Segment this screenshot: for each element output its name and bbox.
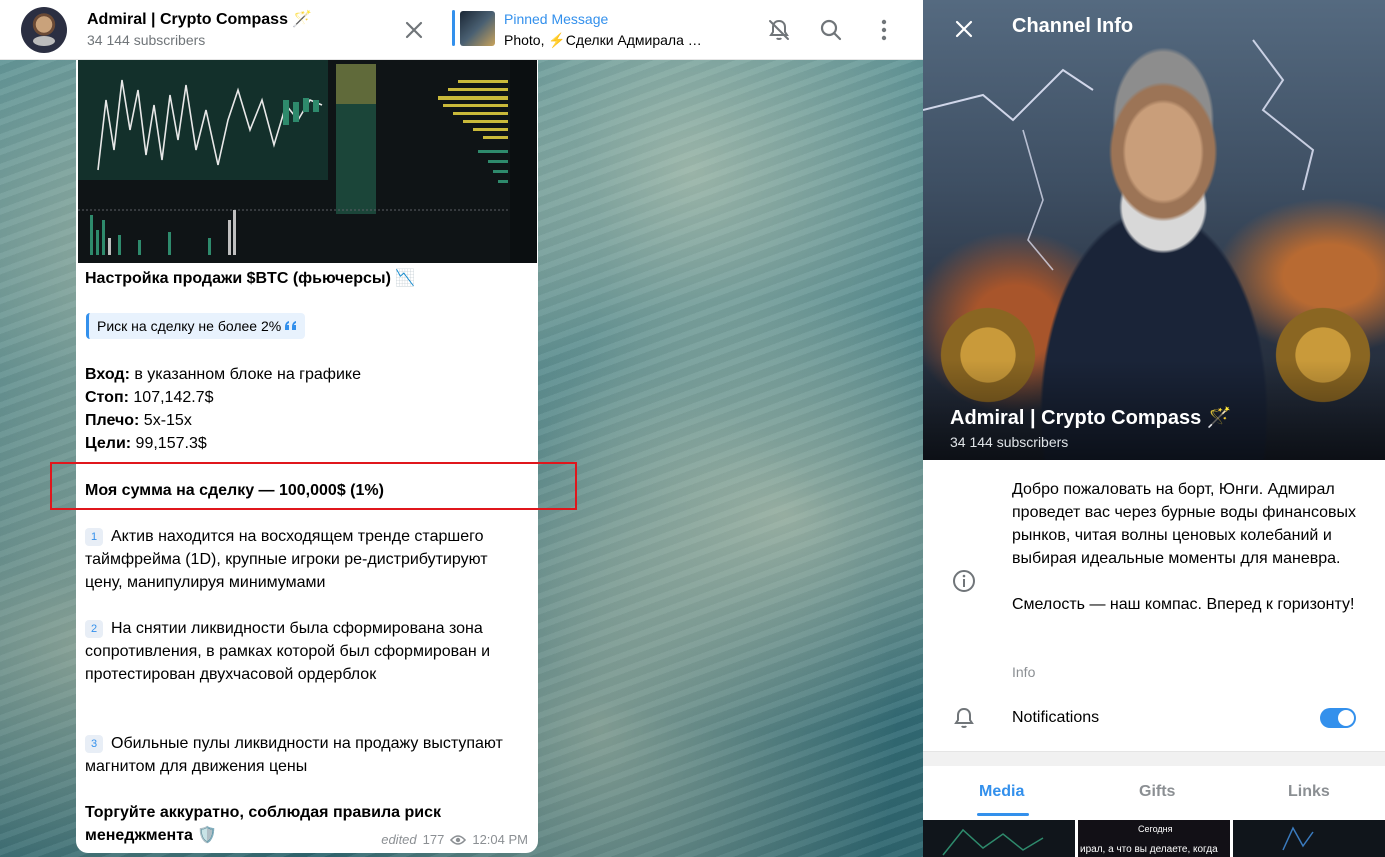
point-1: 1 Актив находится на восходящем тренде ст… <box>85 525 505 594</box>
channel-subscribers: 34 144 subscribers <box>87 32 206 48</box>
entry-label: Вход: <box>85 366 130 383</box>
targets-line: Цели: 99,157.3$ <box>85 432 207 455</box>
targets-value: 99,157.3$ <box>131 435 207 452</box>
close-icon <box>405 21 423 39</box>
notifications-toggle[interactable] <box>1320 708 1356 728</box>
channel-description[interactable]: Добро пожаловать на борт, Юнги. Адмирал … <box>1012 478 1367 616</box>
risk-quote-text: Риск на сделку не более 2% <box>97 318 282 334</box>
channel-title[interactable]: Admiral | Crypto Compass 🪄 <box>87 9 312 29</box>
message-meta: edited 177 12:04 PM <box>381 832 528 847</box>
quote-icon <box>285 321 297 330</box>
thumb-caption-text: ирал, а что вы делаете, когда <box>1080 844 1218 855</box>
point-2: 2 На снятии ликвидности была сформирована… <box>85 617 505 686</box>
entry-line: Вход: в указанном блоке на графике <box>85 363 361 386</box>
telegram-window: Admiral | Crypto Compass 🪄 34 144 subscr… <box>0 0 1385 857</box>
message-bubble[interactable]: Настройка продажи $BTC (фьючерсы) 📉 Риск… <box>76 60 538 853</box>
point-number-badge: 1 <box>85 528 103 546</box>
pinned-indicator <box>452 10 455 46</box>
tab-links[interactable]: Links <box>1288 783 1330 801</box>
search-button[interactable] <box>817 16 845 44</box>
point-text: На снятии ликвидности была сформирована … <box>85 620 491 683</box>
media-thumb[interactable]: Сегодня ирал, а что вы делаете, когда <box>1078 820 1230 857</box>
point-number-badge: 3 <box>85 735 103 753</box>
edited-label: edited <box>381 832 417 847</box>
chart-thumbnail <box>942 828 1044 856</box>
tab-gifts[interactable]: Gifts <box>1139 783 1175 801</box>
pinned-title[interactable]: Pinned Message <box>504 11 608 27</box>
tab-media[interactable]: Media <box>979 783 1024 801</box>
bell-off-icon <box>769 19 789 40</box>
mute-button[interactable] <box>765 16 793 44</box>
info-icon <box>953 570 975 592</box>
close-icon <box>955 20 973 38</box>
point-number-badge: 2 <box>85 620 103 638</box>
trading-chart-image <box>78 60 537 263</box>
point-text: Актив находится на восходящем тренде ста… <box>85 528 488 591</box>
thumb-caption-date: Сегодня <box>1138 824 1173 834</box>
notifications-row-icon <box>951 705 977 731</box>
message-heading: Настройка продажи $BTC (фьючерсы) 📉 <box>85 270 416 287</box>
leverage-line: Плечо: 5x-15x <box>85 409 192 432</box>
chat-header: Admiral | Crypto Compass 🪄 34 144 subscr… <box>0 0 923 60</box>
pinned-text[interactable]: Photo, ⚡Сделки Адмирала … <box>504 32 719 49</box>
point-text: Обильные пулы ликвидности на продажу выс… <box>85 735 503 775</box>
more-vertical-icon <box>881 19 887 41</box>
stop-value: 107,142.7$ <box>128 389 214 406</box>
stop-line: Стоп: 107,142.7$ <box>85 386 213 409</box>
media-grid: Сегодня ирал, а что вы делаете, когда <box>923 820 1385 857</box>
channel-avatar[interactable] <box>21 7 67 53</box>
leverage-value: 5x-15x <box>139 412 192 429</box>
close-panel-button[interactable] <box>951 16 977 42</box>
point-3: 3 Обильные пулы ликвидности на продажу вы… <box>85 732 505 778</box>
leverage-label: Плечо: <box>85 412 140 429</box>
description-paragraph-1: Добро пожаловать на борт, Юнги. Адмирал … <box>1012 481 1357 567</box>
channel-profile-photo[interactable]: Channel Info Admiral | Crypto Compass 🪄 … <box>923 0 1385 460</box>
more-button[interactable] <box>870 16 898 44</box>
chat-area: Admiral | Crypto Compass 🪄 34 144 subscr… <box>0 0 923 857</box>
channel-name: Admiral | Crypto Compass 🪄 <box>950 407 1232 429</box>
section-divider <box>923 751 1385 766</box>
eye-icon <box>450 834 467 845</box>
info-label: Info <box>1012 664 1036 680</box>
search-icon <box>820 19 842 41</box>
view-count: 177 <box>422 832 445 847</box>
message-photo[interactable] <box>78 60 537 263</box>
notifications-label[interactable]: Notifications <box>1012 709 1099 727</box>
bell-icon <box>954 707 974 728</box>
highlight-annotation-box <box>50 462 577 510</box>
media-thumb[interactable] <box>923 820 1075 857</box>
channel-subscribers: 34 144 subscribers <box>950 434 1069 450</box>
active-tab-indicator <box>977 813 1029 816</box>
chart-thumbnail <box>1282 826 1314 851</box>
stop-label: Стоп: <box>85 389 129 406</box>
close-pinned-button[interactable] <box>400 16 428 44</box>
pinned-thumbnail[interactable] <box>460 11 495 46</box>
entry-value: в указанном блоке на графике <box>129 366 361 383</box>
info-row-icon <box>951 568 977 594</box>
risk-quote: Риск на сделку не более 2% <box>86 313 306 339</box>
description-paragraph-2: Смелость — наш компас. Вперед к горизонт… <box>1012 596 1355 613</box>
targets-label: Цели: <box>85 435 132 452</box>
panel-title: Channel Info <box>1012 15 1134 37</box>
message-time: 12:04 PM <box>472 832 528 847</box>
media-thumb[interactable] <box>1233 820 1385 857</box>
channel-info-panel: Channel Info Admiral | Crypto Compass 🪄 … <box>923 0 1385 857</box>
